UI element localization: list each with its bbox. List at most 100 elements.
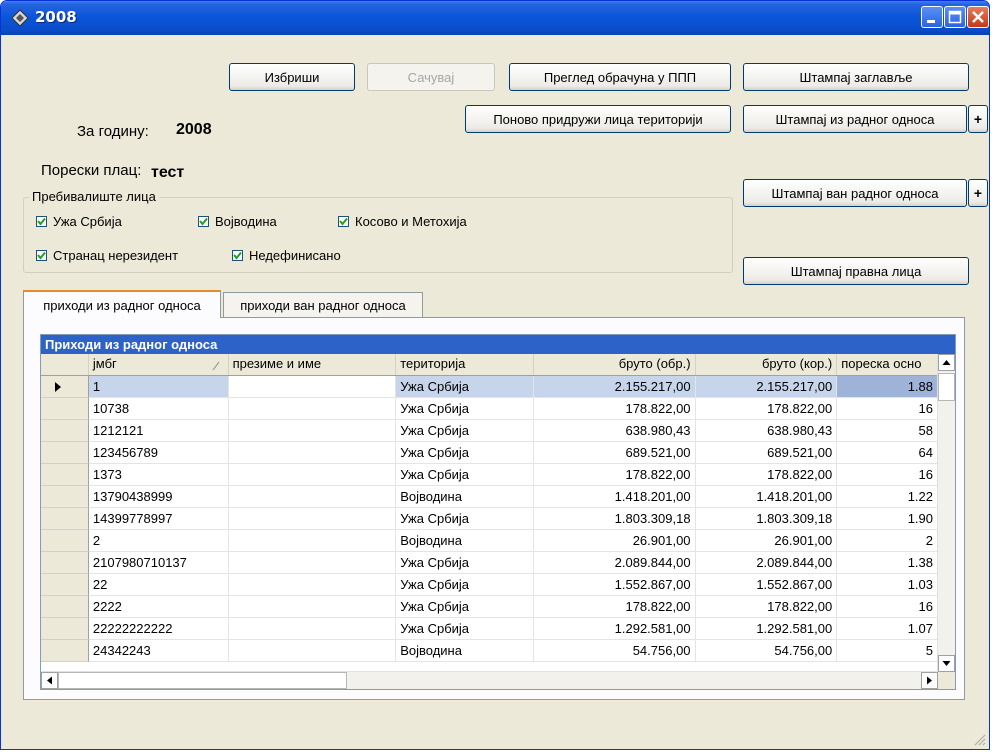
row-pointer-icon [55, 382, 61, 392]
close-button[interactable] [967, 6, 989, 28]
cell-tax-base: 1.38 [837, 552, 939, 574]
vertical-scrollbar[interactable] [937, 354, 955, 672]
cell-jmbg: 10738 [88, 398, 229, 420]
row-header[interactable] [41, 442, 89, 464]
table-row[interactable]: 22 Ужа Србија 1.552.867,00 1.552.867,00 1.03 [41, 574, 939, 596]
column-header-gross-corr[interactable]: бруто (кор.) [696, 354, 838, 375]
minimize-icon [927, 20, 935, 23]
cell-gross-corr: 1.803.309,18 [695, 508, 838, 530]
residence-checkbox-foreign-nonresident[interactable]: Странац нерезидент [36, 248, 178, 263]
cell-jmbg: 24342243 [88, 640, 229, 662]
delete-button[interactable]: Избриши [229, 63, 355, 91]
save-button[interactable]: Сачувај [367, 63, 495, 91]
table-row[interactable]: 2107980710137 Ужа Србија 2.089.844,00 2.089… [41, 552, 939, 574]
cell-gross-calc: 54.756,00 [533, 640, 696, 662]
column-header-name[interactable]: презиме и име [229, 354, 397, 375]
table-row[interactable]: 24342243 Војводина 54.756,00 54.756,00 5 [41, 640, 939, 662]
scroll-up-button[interactable] [938, 354, 955, 371]
table-row[interactable]: 14399778997 Ужа Србија 1.803.309,18 1.803.3… [41, 508, 939, 530]
table-row[interactable]: 1 Ужа Србија 2.155.217,00 2.155.217,00 1.88 [41, 376, 939, 398]
cell-gross-corr: 2.155.217,00 [695, 376, 838, 398]
row-header[interactable] [41, 486, 89, 508]
table-row[interactable]: 13790438999 Војводина 1.418.201,00 1.418.20… [41, 486, 939, 508]
scroll-right-button[interactable] [921, 672, 938, 689]
column-header-jmbg[interactable]: јмбг [89, 354, 229, 375]
triangle-right-icon [927, 676, 932, 685]
cell-territory: Ужа Србија [396, 574, 534, 596]
cell-territory: Ужа Србија [396, 464, 534, 486]
table-row[interactable]: 1373 Ужа Србија 178.822,00 178.822,00 16 [41, 464, 939, 486]
close-icon [972, 11, 984, 23]
cell-territory: Ужа Србија [396, 596, 534, 618]
vertical-scroll-thumb[interactable] [938, 373, 955, 401]
cell-gross-corr: 26.901,00 [695, 530, 838, 552]
print-employment-expand-button[interactable]: + [968, 105, 988, 133]
triangle-up-icon [942, 360, 951, 365]
tab-employment-income[interactable]: приходи из радног односа [23, 290, 221, 318]
horizontal-scroll-thumb[interactable] [58, 672, 347, 689]
residence-checkbox-undefined[interactable]: Недефинисано [232, 248, 341, 263]
resize-grip-icon[interactable] [972, 732, 986, 746]
table-row[interactable]: 123456789 Ужа Србија 689.521,00 689.521,00 6… [41, 442, 939, 464]
row-header[interactable] [41, 574, 89, 596]
cell-territory: Ужа Србија [396, 398, 534, 420]
scroll-down-button[interactable] [938, 655, 955, 672]
table-row[interactable]: 2222 Ужа Србија 178.822,00 178.822,00 16 [41, 596, 939, 618]
print-employment-button[interactable]: Штампај из радног односа [743, 105, 967, 133]
cell-jmbg: 13790438999 [88, 486, 229, 508]
cell-gross-calc: 178.822,00 [533, 398, 696, 420]
print-non-employment-expand-button[interactable]: + [968, 179, 988, 207]
row-header[interactable] [41, 508, 89, 530]
window-title: 2008 [35, 8, 77, 26]
row-header[interactable] [41, 464, 89, 486]
cell-name [228, 442, 397, 464]
residence-checkbox-kosovo[interactable]: Косово и Метохија [338, 214, 467, 229]
column-header-gross-calc[interactable]: бруто (обр.) [534, 354, 696, 375]
scroll-left-button[interactable] [41, 672, 58, 689]
cell-name [228, 508, 397, 530]
cell-gross-calc: 689.521,00 [533, 442, 696, 464]
print-non-employment-button[interactable]: Штампај ван радног односа [743, 179, 967, 207]
row-header[interactable] [41, 552, 89, 574]
cell-tax-base: 16 [837, 596, 939, 618]
table-row[interactable]: 2 Војводина 26.901,00 26.901,00 2 [41, 530, 939, 552]
income-grid[interactable]: Приходи из радног односа јмбг презиме и … [40, 334, 956, 690]
reassign-territory-button[interactable]: Поново придружи лица територији [465, 105, 731, 133]
cell-name [228, 596, 397, 618]
minimize-button[interactable] [921, 6, 943, 28]
row-header[interactable] [41, 618, 89, 640]
cell-tax-base: 2 [837, 530, 939, 552]
row-header[interactable] [41, 398, 89, 420]
cell-territory: Војводина [396, 640, 534, 662]
residence-checkbox-central-serbia[interactable]: Ужа Србија [36, 214, 122, 229]
cell-territory: Ужа Србија [396, 420, 534, 442]
table-row[interactable]: 10738 Ужа Србија 178.822,00 178.822,00 16 [41, 398, 939, 420]
cell-jmbg: 1 [88, 376, 229, 398]
cell-name [228, 486, 397, 508]
title-bar[interactable]: 2008 [1, 1, 989, 35]
column-header-tax-base[interactable]: пореска осно [837, 354, 939, 375]
grid-header: јмбг презиме и име територија бруто (обр… [41, 354, 939, 376]
row-header[interactable] [41, 376, 89, 398]
residence-checkbox-vojvodina[interactable]: Војводина [198, 214, 277, 229]
preview-ppp-button[interactable]: Преглед обрачуна у ППП [509, 63, 731, 91]
cell-gross-corr: 2.089.844,00 [695, 552, 838, 574]
table-row[interactable]: 22222222222 Ужа Србија 1.292.581,00 1.292.5… [41, 618, 939, 640]
tab-non-employment-income[interactable]: приходи ван радног односа [223, 292, 423, 318]
column-header-territory[interactable]: територија [396, 354, 534, 375]
row-header[interactable] [41, 596, 89, 618]
print-header-button[interactable]: Штампај заглавље [743, 63, 969, 91]
horizontal-scrollbar[interactable] [41, 671, 938, 689]
row-header[interactable] [41, 530, 89, 552]
maximize-icon [948, 10, 962, 24]
maximize-button[interactable] [944, 6, 966, 28]
row-header[interactable] [41, 420, 89, 442]
print-legal-entities-button[interactable]: Штампај правна лица [743, 257, 969, 285]
table-row[interactable]: 1212121 Ужа Србија 638.980,43 638.980,43 58 [41, 420, 939, 442]
row-header[interactable] [41, 640, 89, 662]
diamond-app-icon [11, 9, 29, 27]
cell-jmbg: 2 [88, 530, 229, 552]
sort-icon [212, 359, 220, 374]
cell-name [228, 398, 397, 420]
cell-name [228, 530, 397, 552]
